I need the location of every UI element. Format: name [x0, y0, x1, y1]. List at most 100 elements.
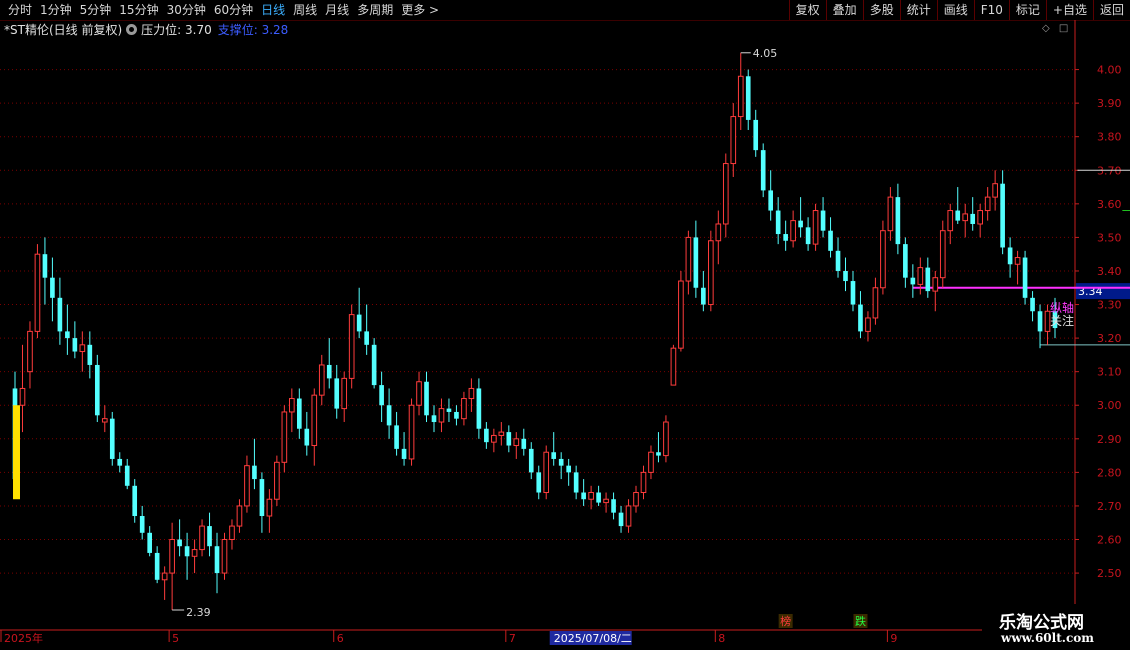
- candle-body-2: [27, 330, 33, 373]
- logo-url: www.60lt.com: [1001, 631, 1094, 645]
- candle-body-118: [895, 197, 901, 245]
- tab-5min[interactable]: 5分钟: [76, 0, 116, 20]
- candle-body-26: [207, 526, 212, 547]
- y-tick-label-9: 3.40: [1097, 265, 1122, 278]
- f10-button[interactable]: F10: [973, 0, 1009, 20]
- candle-body-125: [947, 210, 954, 232]
- candle-body-27: [214, 546, 220, 574]
- tab-weekly[interactable]: 周线: [289, 0, 321, 20]
- candle-body-133: [1007, 247, 1013, 265]
- candle-body-46: [356, 314, 362, 332]
- candle-body-93: [708, 240, 714, 306]
- overlay-button[interactable]: 叠加: [825, 0, 863, 20]
- candle-body-74: [566, 465, 571, 473]
- candle-body-63: [484, 428, 489, 443]
- candle-body-104: [790, 220, 796, 242]
- kline-chart[interactable]: 2.50 2.60 2.70 2.80 2.90 3.00 3.10 3.20 3.30 3.40…: [0, 20, 1130, 650]
- candle-body-22: [177, 539, 182, 547]
- y-tick-label-3: 2.80: [1097, 466, 1122, 479]
- candle-body-121: [917, 267, 924, 285]
- y-tick-label-13: 3.80: [1097, 131, 1122, 144]
- candle-body-110: [835, 250, 841, 271]
- candle-body-100: [760, 150, 766, 191]
- candle-body-29: [229, 525, 235, 541]
- candle-body-4: [42, 254, 48, 278]
- candle-body-134: [1014, 257, 1021, 265]
- candle-body-6: [57, 297, 63, 332]
- statistics-button[interactable]: 统计: [899, 0, 937, 20]
- tab-daily[interactable]: 日线: [257, 0, 289, 20]
- x-label-5: 8: [718, 632, 725, 645]
- annotation-1: 跌: [855, 614, 866, 628]
- y-tick-label-0: 2.50: [1097, 567, 1122, 580]
- candle-body-21: [169, 539, 175, 574]
- tab-more[interactable]: 更多 >: [397, 0, 443, 20]
- candle-body-114: [865, 317, 871, 332]
- candle-body-52: [401, 448, 407, 459]
- x-label-3: 7: [509, 632, 516, 645]
- candle-body-70: [536, 472, 542, 493]
- candle-body-111: [843, 270, 848, 282]
- candle-body-137: [1037, 311, 1043, 332]
- candle-body-5: [50, 277, 55, 298]
- candle-body-124: [939, 230, 946, 279]
- back-button[interactable]: 返回: [1092, 0, 1130, 20]
- candle-body-9: [79, 344, 86, 353]
- candle-body-99: [753, 119, 759, 151]
- candle-body-8: [72, 338, 78, 352]
- candle-body-17: [139, 516, 145, 533]
- draw-line-button[interactable]: 画线: [936, 0, 974, 20]
- candle-body-39: [304, 428, 310, 446]
- candle-body-1: [19, 387, 26, 406]
- candle-body-19: [154, 552, 160, 580]
- candle-body-81: [618, 512, 624, 527]
- candle-body-66: [506, 432, 512, 446]
- y-tick-label-4: 2.90: [1097, 433, 1122, 446]
- candle-body-48: [371, 344, 377, 386]
- candle-body-129: [977, 210, 983, 225]
- add-watchlist-button[interactable]: +自选: [1045, 0, 1093, 20]
- candle-body-80: [611, 499, 616, 513]
- candle-body-89: [678, 280, 684, 349]
- candle-body-60: [461, 398, 467, 420]
- tab-timeshare[interactable]: 分时: [4, 0, 36, 20]
- candle-body-68: [521, 438, 527, 449]
- y-tick-label-11: 3.60: [1097, 198, 1122, 211]
- candle-body-15: [124, 465, 130, 486]
- tab-60min[interactable]: 60分钟: [210, 0, 257, 20]
- tab-1min[interactable]: 1分钟: [36, 0, 76, 20]
- candle-body-51: [394, 425, 399, 449]
- candle-body-87: [663, 421, 669, 457]
- multi-stock-button[interactable]: 多股: [862, 0, 900, 20]
- restore-rights-button[interactable]: 复权: [788, 0, 826, 20]
- candle-body-49: [379, 385, 384, 406]
- candle-body-103: [783, 234, 788, 241]
- y-tick-label-15: 4.00: [1097, 64, 1122, 77]
- candle-body-10: [87, 344, 93, 365]
- candle-body-53: [408, 404, 415, 460]
- tab-15min[interactable]: 15分钟: [115, 0, 162, 20]
- tab-monthly[interactable]: 月线: [321, 0, 353, 20]
- candle-body-86: [656, 452, 661, 456]
- tab-multi-period[interactable]: 多周期: [353, 0, 397, 20]
- candle-body-102: [775, 210, 781, 235]
- tab-30min[interactable]: 30分钟: [163, 0, 210, 20]
- candle-body-123: [932, 277, 939, 292]
- y-tick-label-10: 3.50: [1097, 231, 1122, 244]
- candle-body-13: [109, 418, 115, 459]
- candle-body-67: [513, 438, 520, 447]
- candle-body-7: [65, 331, 70, 339]
- candle-body-73: [558, 458, 564, 466]
- candle-body-94: [715, 223, 722, 242]
- candle-body-82: [625, 505, 632, 527]
- candle-body-24: [191, 549, 198, 557]
- top-toolbar: 分时 1分钟 5分钟 15分钟 30分钟 60分钟 日线 周线 月线 多周期 更…: [0, 0, 1130, 21]
- side-label-0: 纵轴: [1050, 300, 1074, 315]
- candle-body-105: [798, 220, 803, 228]
- candle-body-79: [603, 498, 609, 504]
- candle-body-45: [348, 314, 355, 379]
- candle-body-14: [117, 458, 123, 466]
- candle-body-136: [1030, 297, 1035, 312]
- candle-body-76: [581, 492, 586, 500]
- mark-button[interactable]: 标记: [1008, 0, 1046, 20]
